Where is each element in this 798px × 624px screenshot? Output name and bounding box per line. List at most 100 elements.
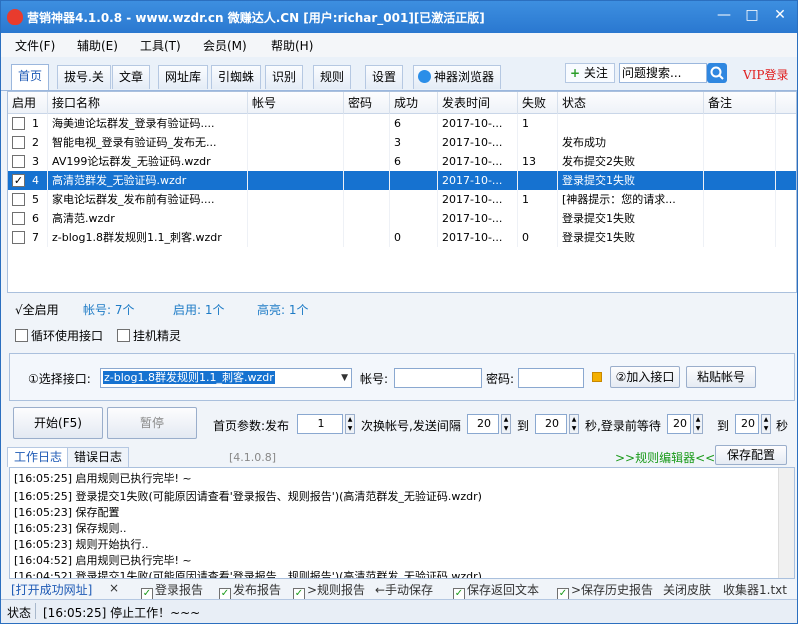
rule-report-checkbox[interactable]: ✓ >规则报告 (293, 581, 365, 600)
add-interface-button[interactable]: ②加入接口 (610, 366, 680, 388)
table-row[interactable]: 5 家电论坛群发_发布前有验证码.... 2017-10-... 1 [神器提示：您的请… (8, 190, 796, 209)
col-success[interactable]: 成功 (390, 92, 438, 114)
tab-spider[interactable]: 引蜘蛛 (211, 65, 262, 89)
seconds-label: 秒 (776, 419, 789, 433)
key-icon[interactable] (592, 372, 602, 382)
row-number: 6 (28, 209, 48, 228)
status-bar: 状态 [16:05:25] 停止工作！~~~ (1, 599, 797, 623)
log-line: [16:05:25] 启用规则已执行完毕! ~ (14, 472, 192, 485)
menu-help[interactable]: 帮助(H) (271, 37, 313, 54)
rule-editor-link[interactable]: >>规则编辑器<< (615, 449, 715, 466)
save-return-text-checkbox[interactable]: ✓ 保存返回文本 (453, 581, 539, 600)
enable-checkbox[interactable] (12, 212, 25, 225)
tab-work-log[interactable]: 工作日志 (7, 447, 70, 467)
col-enable[interactable]: 启用 (8, 92, 48, 114)
minimize-button[interactable]: — (713, 5, 735, 25)
table-row[interactable]: 3 AV199论坛群发_无验证码.wzdr 6 2017-10-... 13 发布提交2失… (8, 152, 796, 171)
interval-from-input[interactable]: 20 (467, 414, 499, 434)
col-account[interactable]: 帐号 (248, 92, 344, 114)
tab-error-log[interactable]: 错误日志 (67, 447, 130, 467)
save-history-checkbox[interactable]: ✓ >保存历史报告 (557, 581, 653, 600)
col-time[interactable]: 发表时间 (438, 92, 518, 114)
close-icon[interactable]: × (109, 581, 119, 595)
wait-from-stepper[interactable]: ▲ ▼ (693, 414, 703, 434)
loop-checkbox[interactable]: 循环使用接口 (15, 327, 103, 344)
log-scrollbar[interactable] (778, 468, 794, 578)
close-button[interactable]: ✕ (769, 5, 791, 25)
table-row[interactable]: 7 z-blog1.8群发规则1.1_刺客.wzdr 0 2017-10-... 0 登录… (8, 228, 796, 247)
table-row[interactable]: 2 智能电视_登录有验证码_发布无... 3 2017-10-... 发布成功 (8, 133, 796, 152)
collector-link[interactable]: 收集器1.txt (723, 581, 787, 598)
menu-bar: 文件(F) 辅助(E) 工具(T) 会员(M) 帮助(H) (1, 33, 797, 57)
follow-button[interactable]: + 关注 (565, 63, 615, 83)
tab-rules[interactable]: 规则 (313, 65, 352, 89)
interface-select[interactable]: z-blog1.8群发规则1.1_刺客.wzdr ▼ (100, 368, 352, 388)
cell-password (344, 190, 390, 209)
hang-checkbox[interactable]: 挂机精灵 (117, 327, 181, 344)
enable-checkbox[interactable] (12, 155, 25, 168)
wait-to-input[interactable]: 20 (735, 414, 759, 434)
wait-to-stepper[interactable]: ▲ ▼ (761, 414, 771, 434)
enable-checkbox[interactable] (12, 136, 25, 149)
tab-settings[interactable]: 设置 (365, 65, 404, 89)
pause-button[interactable]: 暂停 (107, 407, 197, 439)
publish-count-input[interactable]: 1 (297, 414, 343, 434)
menu-member[interactable]: 会员(M) (203, 37, 247, 54)
work-log: [16:05:25] 启用规则已执行完毕! ~ [16:05:25] 登录提交1… (9, 467, 795, 579)
col-status[interactable]: 状态 (558, 92, 704, 114)
publish-count-stepper[interactable]: ▲ ▼ (345, 414, 355, 434)
table-row[interactable]: 1 海美迪论坛群发_登录有验证码.... 6 2017-10-... 1 (8, 114, 796, 133)
cell-time: 2017-10-... (438, 209, 518, 228)
table-row[interactable]: ✓ 4 高清范群发_无验证码.wzdr 2017-10-... 登录提交1失败 (8, 171, 796, 190)
col-name[interactable]: 接口名称 (48, 92, 248, 114)
cell-success (390, 209, 438, 228)
open-success-url-link[interactable]: [打开成功网址] (11, 581, 92, 598)
tab-recognize[interactable]: 识别 (265, 65, 304, 89)
row-number: 5 (28, 190, 48, 209)
enable-checkbox[interactable] (12, 193, 25, 206)
save-config-button[interactable]: 保存配置 (715, 445, 787, 465)
cell-status: 发布提交2失败 (558, 152, 704, 171)
interval-from-stepper[interactable]: ▲ ▼ (501, 414, 511, 434)
cell-note (704, 114, 776, 133)
tab-home[interactable]: 首页 (11, 64, 50, 90)
start-button[interactable]: 开始(F5) (13, 407, 103, 439)
col-fail[interactable]: 失败 (518, 92, 558, 114)
menu-tools[interactable]: 工具(T) (140, 37, 181, 54)
search-input[interactable]: 问题搜索... (619, 63, 707, 83)
interval-to-input[interactable]: 20 (535, 414, 567, 434)
vip-login-link[interactable]: VIP登录 (743, 66, 788, 83)
manual-save-link[interactable]: ←手动保存 (375, 581, 433, 598)
enable-checkbox[interactable] (12, 231, 25, 244)
password-input[interactable] (518, 368, 584, 388)
login-report-checkbox[interactable]: ✓ 登录报告 (141, 581, 203, 600)
cell-fail: 1 (518, 190, 558, 209)
version-label: [4.1.0.8] (229, 451, 277, 464)
wait-from-input[interactable]: 20 (667, 414, 691, 434)
cell-password (344, 171, 390, 190)
tab-article[interactable]: 文章 (112, 65, 151, 89)
interface-selected-value: z-blog1.8群发规则1.1_刺客.wzdr (103, 371, 275, 384)
interval-to-stepper[interactable]: ▲ ▼ (569, 414, 579, 434)
enable-checkbox[interactable] (12, 117, 25, 130)
tab-dial[interactable]: 拔号.关 (57, 65, 111, 89)
enable-checkbox[interactable]: ✓ (12, 174, 25, 187)
close-skin-link[interactable]: 关闭皮肤 (663, 581, 711, 598)
publish-report-checkbox[interactable]: ✓ 发布报告 (219, 581, 281, 600)
paste-account-button[interactable]: 粘贴帐号 (686, 366, 756, 388)
account-input[interactable] (394, 368, 482, 388)
cell-account (248, 171, 344, 190)
table-row[interactable]: 6 高清范.wzdr 2017-10-... 登录提交1失败 (8, 209, 796, 228)
menu-file[interactable]: 文件(F) (15, 37, 55, 54)
maximize-button[interactable]: □ (741, 5, 763, 25)
cell-time: 2017-10-... (438, 190, 518, 209)
search-button[interactable] (707, 63, 727, 83)
checkbox-icon (117, 329, 130, 342)
menu-assist[interactable]: 辅助(E) (77, 37, 118, 54)
tab-browser[interactable]: 神器浏览器 (413, 65, 502, 89)
row-number: 2 (28, 133, 48, 152)
tab-url-library[interactable]: 网址库 (158, 65, 209, 89)
col-note[interactable]: 备注 (704, 92, 776, 114)
col-password[interactable]: 密码 (344, 92, 390, 114)
enable-all-link[interactable]: √全启用 (15, 301, 59, 318)
